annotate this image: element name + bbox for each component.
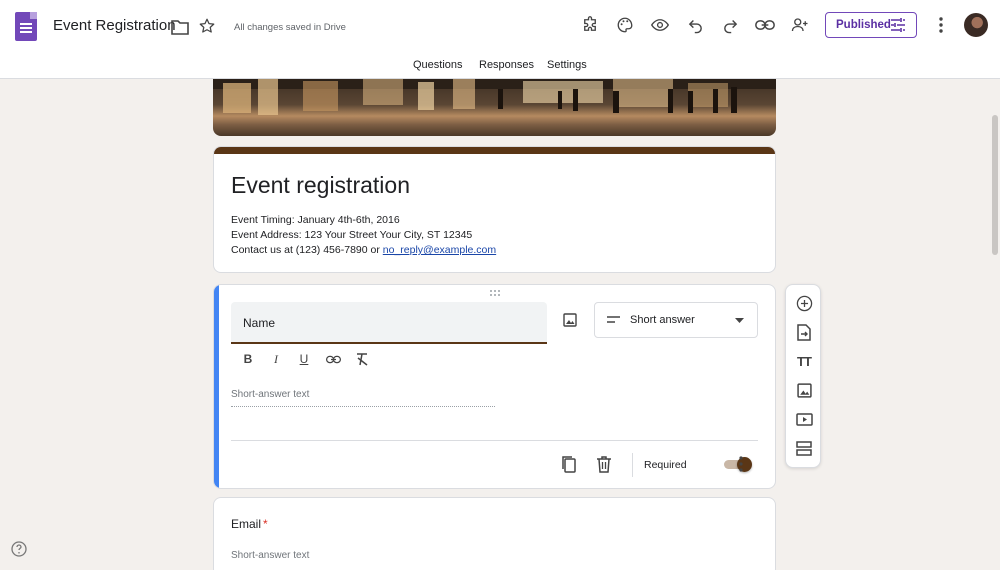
question-card-name[interactable]: Name Short answer B I U Short-answer tex…: [213, 284, 776, 489]
more-vert-icon[interactable]: [932, 15, 950, 35]
link-icon[interactable]: [754, 14, 776, 36]
question-title: Email *: [231, 517, 268, 531]
side-toolbar: TT: [785, 284, 821, 468]
tab-bar: Questions Responses Settings: [0, 52, 1000, 79]
folder-icon[interactable]: [171, 19, 189, 35]
document-title[interactable]: Event Registration: [53, 17, 176, 34]
preview-eye-icon[interactable]: [649, 14, 671, 36]
scrollbar[interactable]: [992, 115, 998, 255]
bold-icon[interactable]: B: [240, 351, 256, 367]
clear-format-icon[interactable]: [354, 351, 370, 367]
email-link[interactable]: no_reply@example.com: [383, 244, 496, 256]
question-type-label: Short answer: [630, 314, 695, 326]
save-status: All changes saved in Drive: [234, 22, 346, 33]
italic-icon[interactable]: I: [268, 351, 284, 367]
undo-icon[interactable]: [684, 14, 706, 36]
top-bar: Event Registration All changes saved in …: [0, 0, 1000, 52]
active-question-indicator: [214, 285, 219, 488]
link-icon[interactable]: [325, 351, 341, 367]
required-label: Required: [644, 459, 687, 471]
short-answer-icon: [607, 316, 620, 323]
published-label: Published: [836, 19, 891, 31]
short-answer-placeholder: Short-answer text: [231, 550, 310, 561]
add-title-icon[interactable]: TT: [794, 351, 814, 371]
add-video-icon[interactable]: [794, 409, 814, 429]
add-collaborator-icon[interactable]: [789, 14, 811, 36]
tab-questions[interactable]: Questions: [413, 59, 463, 71]
required-asterisk: *: [263, 517, 268, 531]
chevron-down-icon: [735, 318, 744, 323]
published-button[interactable]: Published: [825, 12, 917, 38]
delete-icon[interactable]: [596, 455, 612, 473]
star-icon[interactable]: [198, 17, 216, 35]
question-title: Name: [243, 316, 276, 330]
duplicate-icon[interactable]: [560, 455, 576, 473]
tab-settings[interactable]: Settings: [547, 59, 587, 71]
divider: [231, 440, 758, 441]
description-line-3: Contact us at (123) 456-7890 or no_reply…: [231, 244, 496, 256]
add-image-icon[interactable]: [563, 313, 577, 327]
drag-handle-icon[interactable]: [488, 289, 502, 297]
more-vert-icon[interactable]: [734, 455, 748, 473]
question-card-email[interactable]: Email * Short-answer text: [213, 497, 776, 570]
email-question-label: Email: [231, 517, 262, 531]
publish-settings-icon: [891, 18, 905, 32]
theme-accent-stripe: [214, 147, 775, 154]
redo-icon[interactable]: [719, 14, 741, 36]
addon-puzzle-icon[interactable]: [579, 14, 601, 36]
add-section-icon[interactable]: [794, 438, 814, 458]
description-line-2: Event Address: 123 Your Street Your City…: [231, 229, 473, 241]
palette-icon[interactable]: [614, 14, 636, 36]
add-question-icon[interactable]: [794, 293, 814, 313]
tab-responses[interactable]: Responses: [479, 59, 534, 71]
question-type-dropdown[interactable]: Short answer: [594, 302, 758, 338]
question-title-input[interactable]: Name: [231, 302, 547, 344]
divider: [632, 453, 633, 477]
contact-text: Contact us at (123) 456-7890 or: [231, 244, 383, 256]
forms-logo-icon[interactable]: [15, 12, 37, 41]
form-title-card[interactable]: Event registration Event Timing: January…: [213, 146, 776, 273]
add-image-icon[interactable]: [794, 380, 814, 400]
header-banner-image: [213, 79, 776, 136]
avatar[interactable]: [964, 13, 988, 37]
import-questions-icon[interactable]: [794, 322, 814, 342]
description-line-1: Event Timing: January 4th-6th, 2016: [231, 214, 400, 226]
short-answer-placeholder: Short-answer text: [231, 389, 495, 407]
help-icon[interactable]: [11, 541, 27, 557]
underline-icon[interactable]: U: [296, 351, 312, 367]
form-title[interactable]: Event registration: [231, 172, 410, 199]
